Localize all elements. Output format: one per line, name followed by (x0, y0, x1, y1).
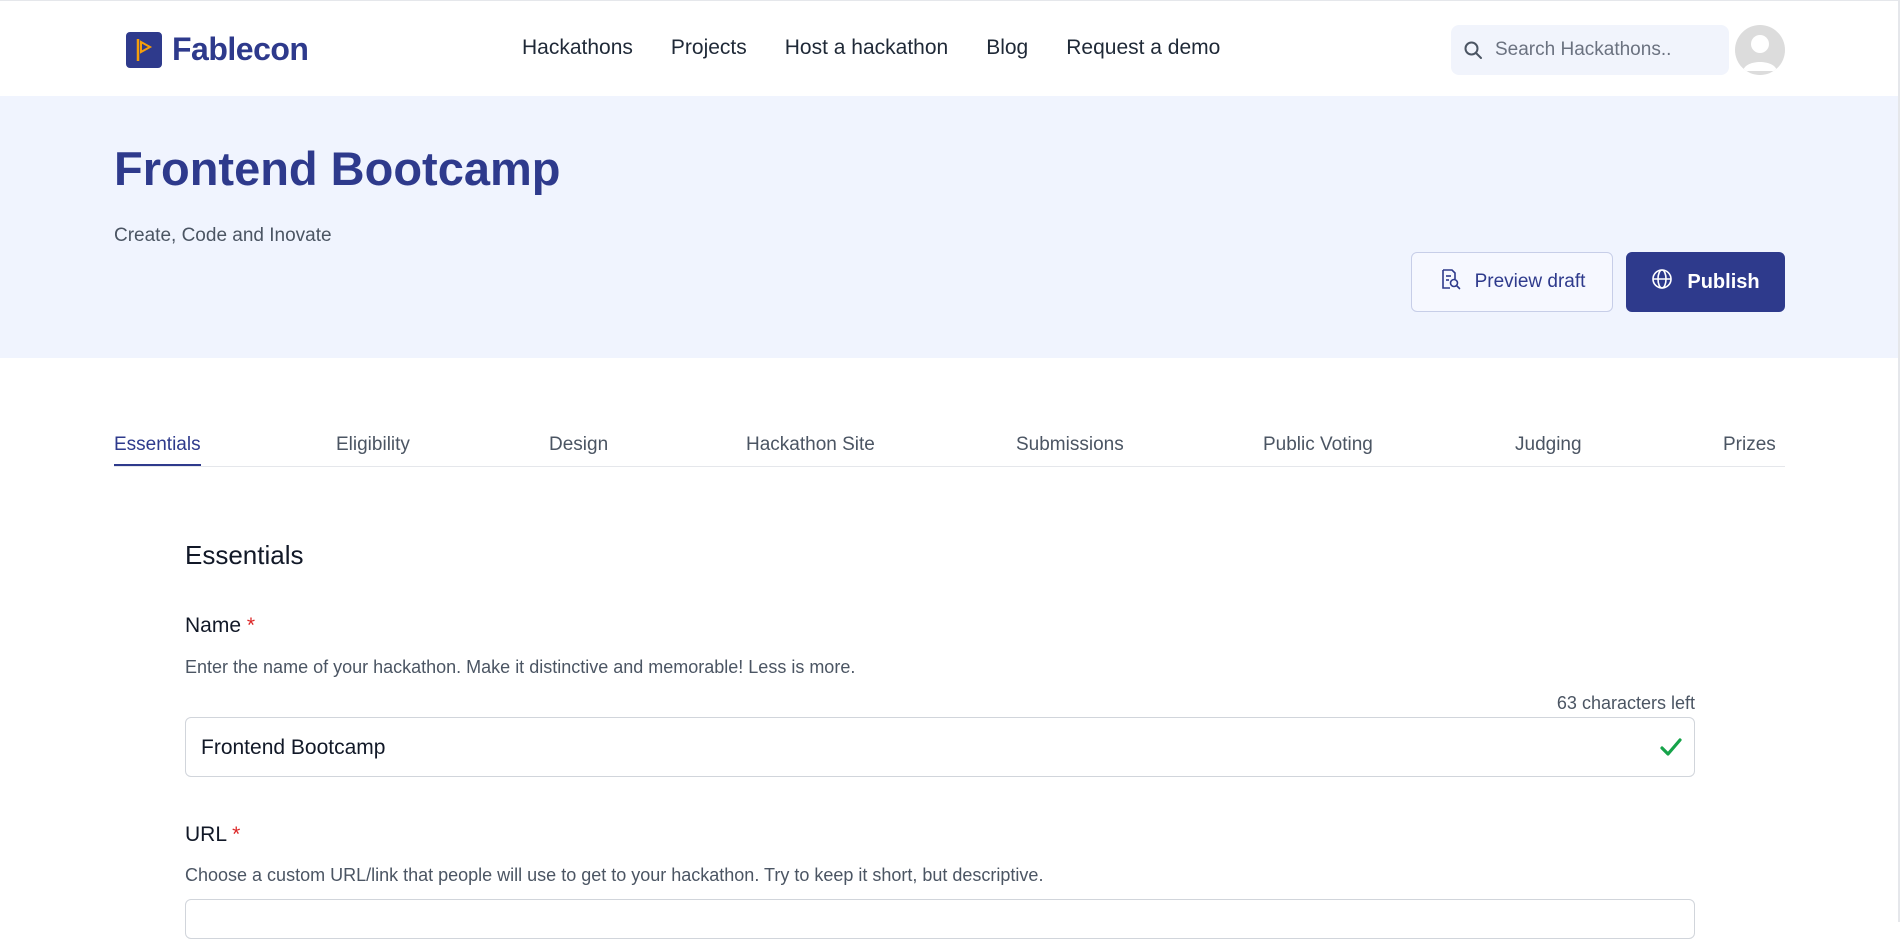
brand-name: Fablecon (172, 31, 309, 67)
required-marker: * (232, 823, 241, 846)
tab-public-voting[interactable]: Public Voting (1263, 434, 1373, 456)
tab-essentials[interactable]: Essentials (114, 434, 201, 466)
page-subtitle: Create, Code and Inovate (114, 225, 332, 246)
search-input[interactable] (1493, 38, 1717, 62)
name-field-label: Name * (185, 614, 255, 638)
preview-draft-label: Preview draft (1474, 271, 1586, 292)
tab-design[interactable]: Design (549, 434, 608, 456)
nav-hackathons[interactable]: Hackathons (522, 36, 633, 60)
search-icon (1463, 39, 1485, 61)
tab-hackathon-site[interactable]: Hackathon Site (746, 434, 875, 456)
document-search-icon (1439, 268, 1461, 296)
name-input[interactable] (199, 718, 1623, 778)
globe-icon (1651, 268, 1673, 296)
required-marker: * (246, 614, 256, 637)
nav-blog[interactable]: Blog (986, 36, 1028, 60)
user-avatar-icon[interactable] (1735, 25, 1785, 75)
check-icon (1658, 734, 1684, 760)
url-field[interactable] (185, 899, 1695, 939)
tab-judging[interactable]: Judging (1515, 434, 1582, 456)
top-navigation-bar: Fablecon Hackathons Projects Host a hack… (0, 0, 1900, 97)
url-field-help: Choose a custom URL/link that people wil… (185, 865, 1044, 885)
publish-button[interactable]: Publish (1626, 252, 1785, 312)
url-field-label: URL * (185, 823, 240, 847)
page-title: Frontend Bootcamp (114, 142, 561, 195)
main-nav: Hackathons Projects Host a hackathon Blo… (522, 36, 1220, 60)
brand-logo[interactable]: Fablecon (126, 31, 309, 68)
settings-tabs: Essentials Eligibility Design Hackathon … (114, 434, 1785, 467)
hackathon-header: Frontend Bootcamp Create, Code and Inova… (0, 96, 1900, 358)
name-field-help: Enter the name of your hackathon. Make i… (185, 657, 856, 677)
name-label-text: Name (185, 614, 242, 637)
tab-prizes[interactable]: Prizes (1723, 434, 1776, 456)
nav-request-a-demo[interactable]: Request a demo (1066, 36, 1220, 60)
tab-eligibility[interactable]: Eligibility (336, 434, 410, 456)
nav-projects[interactable]: Projects (671, 36, 747, 60)
name-character-counter: 63 characters left (1556, 693, 1695, 713)
logo-flag-icon (126, 31, 162, 68)
preview-draft-button[interactable]: Preview draft (1411, 252, 1613, 312)
search-box[interactable] (1451, 25, 1729, 75)
name-field (185, 717, 1695, 778)
nav-host-a-hackathon[interactable]: Host a hackathon (785, 36, 948, 60)
publish-label: Publish (1687, 270, 1760, 293)
section-title: Essentials (185, 540, 304, 570)
url-label-text: URL (185, 823, 227, 846)
tab-submissions[interactable]: Submissions (1016, 434, 1124, 456)
